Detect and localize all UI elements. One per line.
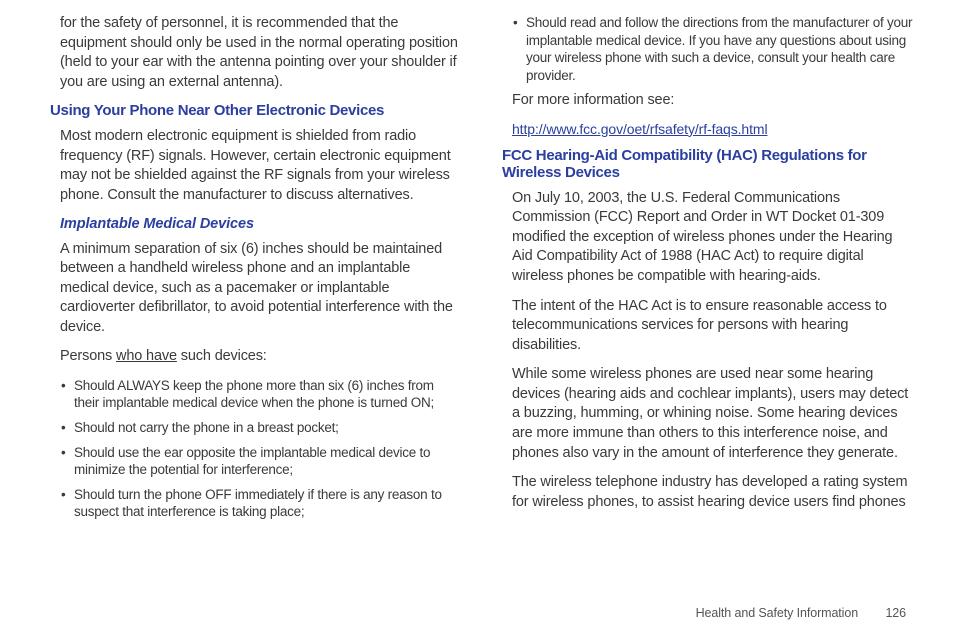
paragraph-rating-system: The wireless telephone industry has deve… (512, 473, 914, 512)
list-item: Should not carry the phone in a breast p… (60, 419, 462, 437)
paragraph-hac-intro: On July 10, 2003, the U.S. Federal Commu… (512, 189, 914, 287)
paragraph-persons: Persons who have such devices: (60, 347, 462, 367)
persons-suffix: such devices: (177, 348, 267, 364)
footer-section: Health and Safety Information (696, 606, 858, 620)
footer-page-number: 126 (885, 606, 906, 620)
persons-prefix: Persons (60, 348, 116, 364)
page-columns: for the safety of personnel, it is recom… (50, 14, 914, 528)
intro-paragraph: for the safety of personnel, it is recom… (60, 14, 462, 92)
heading-hac-regulations: FCC Hearing-Aid Compatibility (HAC) Regu… (502, 147, 914, 181)
list-item: Should read and follow the directions fr… (512, 14, 914, 84)
persons-underline: who have (116, 348, 177, 364)
paragraph-interference: While some wireless phones are used near… (512, 365, 914, 463)
fcc-link[interactable]: http://www.fcc.gov/oet/rfsafety/rf-faqs.… (512, 121, 914, 137)
paragraph-hac-intent: The intent of the HAC Act is to ensure r… (512, 297, 914, 356)
paragraph-rf-shielding: Most modern electronic equipment is shie… (60, 127, 462, 205)
paragraph-more-info: For more information see: (512, 91, 914, 111)
left-bullet-list: Should ALWAYS keep the phone more than s… (60, 377, 462, 521)
right-bullet-list: Should read and follow the directions fr… (512, 14, 914, 84)
right-column: Should read and follow the directions fr… (502, 14, 914, 528)
left-column: for the safety of personnel, it is recom… (50, 14, 462, 528)
heading-electronic-devices: Using Your Phone Near Other Electronic D… (50, 102, 462, 119)
heading-implantable-medical: Implantable Medical Devices (60, 216, 462, 232)
list-item: Should turn the phone OFF immediately if… (60, 486, 462, 521)
list-item: Should use the ear opposite the implanta… (60, 444, 462, 479)
page-footer: Health and Safety Information 126 (696, 606, 906, 620)
list-item: Should ALWAYS keep the phone more than s… (60, 377, 462, 412)
paragraph-separation: A minimum separation of six (6) inches s… (60, 240, 462, 338)
